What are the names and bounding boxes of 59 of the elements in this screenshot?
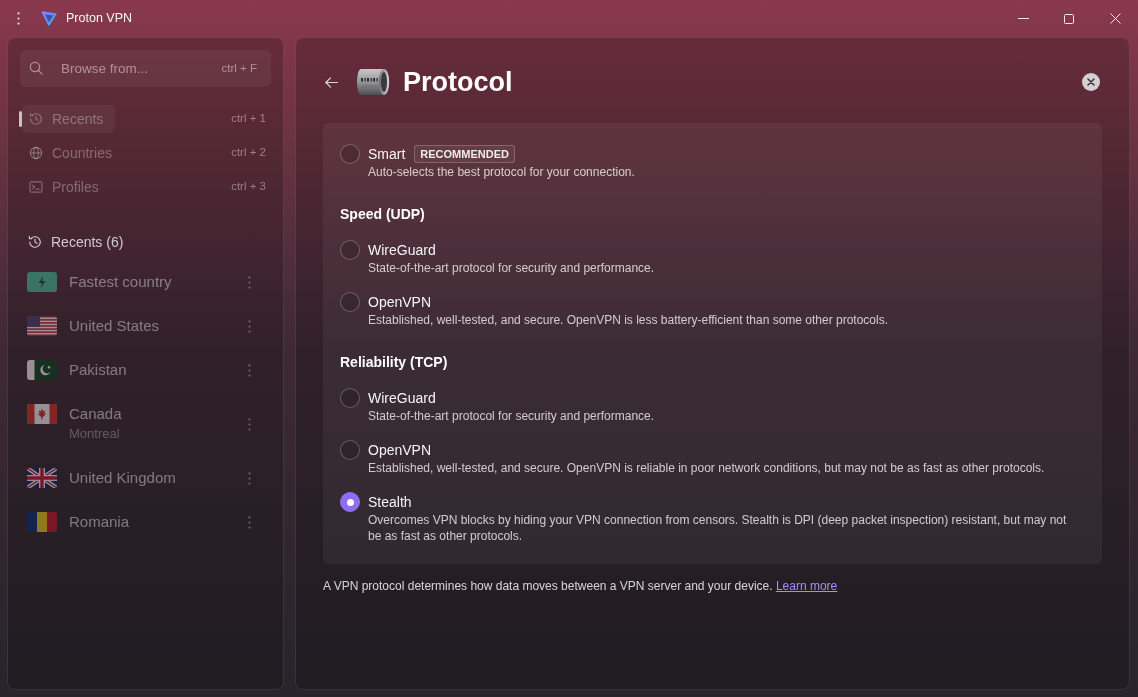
option-description: Overcomes VPN blocks by hiding your VPN connection from censors. Stealth is DPI (deep packet inspection) resistant, but may not be as fast as other protocols. xyxy=(368,512,1068,544)
option-description: Established, well-tested, and secure. OpenVPN is less battery-efficient than some other protocols. xyxy=(368,312,889,328)
close-icon[interactable] xyxy=(1082,73,1100,91)
page-title: Protocol xyxy=(403,66,513,99)
search-icon xyxy=(29,61,43,75)
history-icon xyxy=(28,235,42,249)
recommended-badge: RECOMMENDED xyxy=(414,145,515,163)
section-heading: Speed (UDP) xyxy=(340,205,426,224)
nav-item[interactable]: Profiles xyxy=(22,173,111,201)
selection-indicator xyxy=(19,111,22,127)
option-label: Smart xyxy=(368,145,406,164)
flag-icon xyxy=(27,360,57,380)
flag-icon xyxy=(27,512,57,532)
vertical-dots-icon[interactable] xyxy=(17,12,20,25)
bolt-icon xyxy=(27,272,57,292)
v-logo-icon xyxy=(41,11,57,26)
vertical-dots-icon[interactable] xyxy=(248,319,251,333)
section-title: Recents (6) xyxy=(51,232,124,252)
vertical-dots-icon[interactable] xyxy=(248,363,251,377)
option-description: Established, well-tested, and secure. OpenVPN is reliable in poor network conditions, but may not be as fast as other protocols. xyxy=(368,460,1045,476)
option-description: State-of-the-art protocol for security and performance. xyxy=(368,408,655,424)
flag-icon xyxy=(27,404,57,424)
vertical-dots-icon[interactable] xyxy=(248,515,251,529)
keyboard-shortcut: ctrl + 3 xyxy=(231,179,266,195)
nav-item[interactable]: Countries xyxy=(22,139,124,167)
close-icon[interactable] xyxy=(1109,13,1121,24)
flag-icon xyxy=(27,468,57,488)
window-title: Proton VPN xyxy=(66,10,132,28)
location-name[interactable]: Fastest country xyxy=(69,272,172,292)
keyboard-shortcut: ctrl + 2 xyxy=(231,145,266,161)
terminal-icon xyxy=(29,180,43,194)
option-description: State-of-the-art protocol for security and performance. xyxy=(368,260,655,276)
maximize-icon[interactable] xyxy=(1064,13,1074,24)
cylinder-icon xyxy=(357,67,390,97)
option-label: WireGuard xyxy=(368,389,436,408)
learn-more-link[interactable]: Learn more xyxy=(775,579,838,593)
option-description: Auto-selects the best protocol for your connection. xyxy=(368,164,635,180)
location-name[interactable]: United Kingdom xyxy=(69,468,176,488)
radio-button[interactable] xyxy=(340,492,360,512)
minimize-icon[interactable] xyxy=(1017,18,1029,19)
option-label: Stealth xyxy=(368,493,412,512)
keyboard-shortcut: ctrl + F xyxy=(221,61,257,76)
option-label: OpenVPN xyxy=(368,441,432,460)
keyboard-shortcut: ctrl + 1 xyxy=(231,111,266,127)
history-icon xyxy=(29,112,43,126)
vertical-dots-icon[interactable] xyxy=(248,275,251,289)
location-name[interactable]: United States xyxy=(69,316,160,336)
section-heading: Reliability (TCP) xyxy=(340,353,449,372)
location-name[interactable]: Pakistan xyxy=(69,360,127,380)
vertical-dots-icon[interactable] xyxy=(248,471,251,485)
option-label: OpenVPN xyxy=(368,293,432,312)
back-arrow-icon[interactable] xyxy=(325,76,338,88)
option-label: WireGuard xyxy=(368,241,436,260)
flag-icon xyxy=(27,316,57,336)
location-name[interactable]: Romania xyxy=(69,512,130,532)
location-name[interactable]: Canada xyxy=(69,404,122,424)
vertical-dots-icon[interactable] xyxy=(248,417,251,431)
footer-note: A VPN protocol determines how data moves between a VPN server and your device. Learn more xyxy=(323,578,839,594)
globe-icon xyxy=(29,146,43,160)
